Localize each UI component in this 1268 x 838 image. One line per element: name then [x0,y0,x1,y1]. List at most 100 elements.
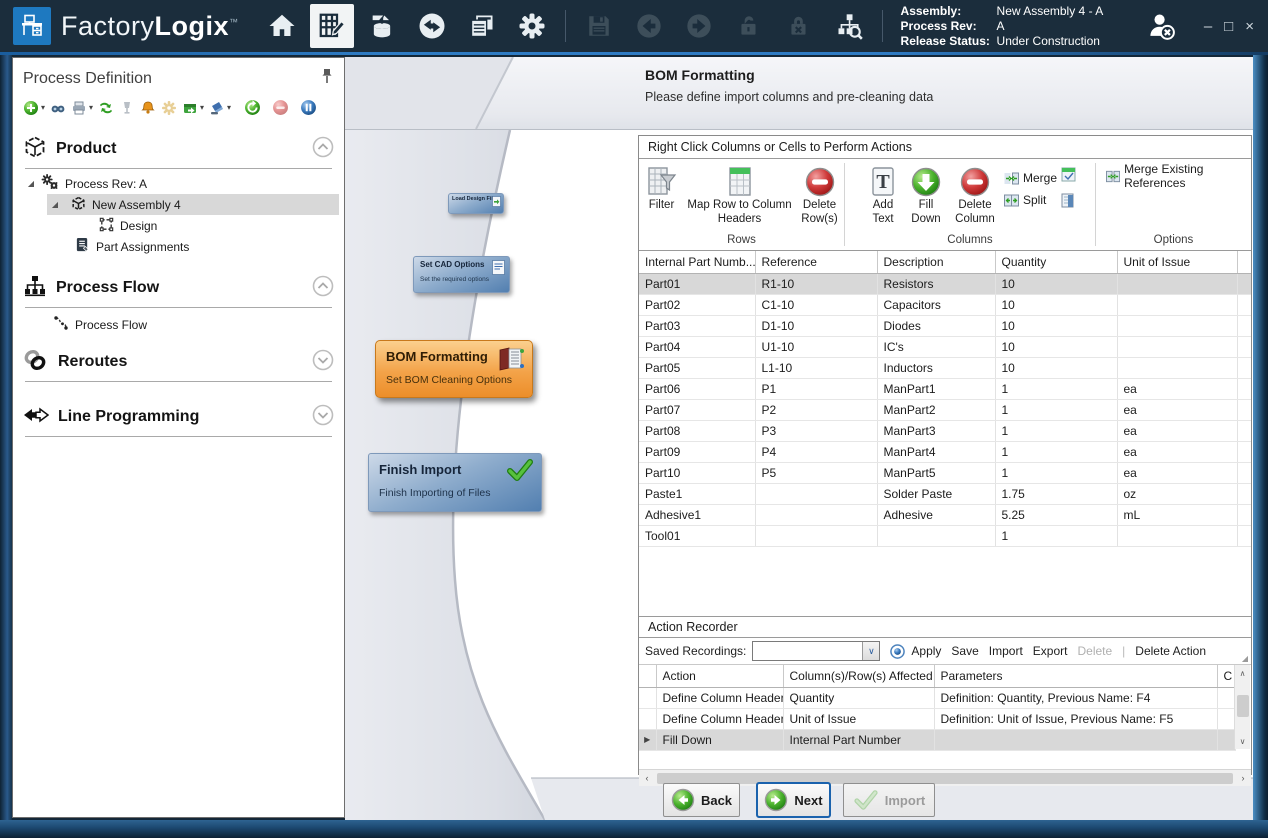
table-cell[interactable] [755,525,877,546]
section-line-programming[interactable]: Line Programming [13,400,344,434]
table-cell[interactable]: Adhesive [877,504,995,525]
table-cell[interactable] [755,504,877,525]
lamp-button-disabled[interactable] [119,100,135,116]
scroll-up-icon[interactable]: ∧ [1235,665,1251,681]
user-logoff-button[interactable] [1139,4,1183,48]
column-header[interactable]: Description [877,251,995,273]
maximize-button[interactable]: □ [1224,18,1233,35]
table-cell[interactable]: ea [1117,441,1237,462]
table-cell[interactable]: 5.25 [995,504,1117,525]
table-cell[interactable]: Tool01 [639,525,755,546]
table-cell[interactable]: P4 [755,441,877,462]
merge-button[interactable]: Merge [1004,167,1057,189]
process-definition-button[interactable] [310,4,354,48]
tree-item-part-assignments[interactable]: Part Assignments [13,236,344,257]
table-cell[interactable]: oz [1117,483,1237,504]
merge-existing-references-button[interactable]: Merge Existing References [1106,163,1251,189]
tree-item-design[interactable]: Design [13,215,344,236]
table-cell[interactable]: 1.75 [995,483,1117,504]
documents-button[interactable] [460,4,504,48]
table-cell[interactable]: ManPart4 [877,441,995,462]
table-cell[interactable]: 10 [995,357,1117,378]
filter-button[interactable]: Filter [641,163,683,213]
table-cell[interactable] [1237,462,1251,483]
unlock-button-disabled[interactable] [727,4,771,48]
table-row[interactable]: Part02C1-10Capacitors10 [639,294,1251,315]
table-cell[interactable]: ea [1117,420,1237,441]
action-table-row[interactable]: Define Column HeaderQuantityDefinition: … [639,687,1235,708]
saved-recordings-combobox[interactable]: ∨ [752,641,880,661]
table-cell[interactable] [1237,336,1251,357]
find-button[interactable] [50,100,66,116]
table-cell[interactable] [1237,315,1251,336]
split-cells-alt-button[interactable] [1061,193,1076,213]
table-cell[interactable]: 1 [995,441,1117,462]
collapse-up-icon[interactable] [312,136,334,163]
scroll-left-icon[interactable]: ‹ [639,773,655,783]
save-recording-button[interactable]: Save [951,644,978,658]
fill-down-button[interactable]: Fill Down [906,163,946,227]
cleanup-button[interactable]: ▾ [209,100,231,116]
undo-button-disabled[interactable] [627,4,671,48]
table-row[interactable]: Part04U1-10IC's10 [639,336,1251,357]
table-cell[interactable] [1117,294,1237,315]
add-button[interactable]: ▾ [23,100,45,116]
expander-icon[interactable]: ◢ [25,179,37,188]
redo-button-disabled[interactable] [677,4,721,48]
scrollbar-thumb[interactable] [1237,695,1249,717]
scroll-right-icon[interactable]: › [1235,773,1251,783]
table-cell[interactable]: Part09 [639,441,755,462]
table-cell[interactable]: ManPart2 [877,399,995,420]
resize-grip-icon[interactable]: ◢ [1242,654,1248,663]
tree-item-process-flow[interactable]: Process Flow [13,314,344,335]
scroll-down-icon[interactable]: ∨ [1235,733,1251,749]
table-cell[interactable]: Part01 [639,273,755,294]
section-reroutes[interactable]: Reroutes [13,345,344,379]
table-cell[interactable]: Fill Down [656,729,783,750]
table-cell[interactable]: R1-10 [755,273,877,294]
column-header[interactable]: Reference [755,251,877,273]
column-header[interactable]: Unit of Issue [1117,251,1237,273]
table-cell[interactable]: ManPart5 [877,462,995,483]
table-cell[interactable]: Capacitors [877,294,995,315]
home-button[interactable] [260,4,304,48]
lock-cancel-button-disabled[interactable] [777,4,821,48]
table-cell[interactable]: Part10 [639,462,755,483]
table-row[interactable]: Part06P1ManPart11ea [639,378,1251,399]
minimize-button[interactable]: – [1204,18,1212,35]
action-table-row[interactable]: ▶Fill DownInternal Part Number [639,729,1235,750]
record-button[interactable] [890,644,905,659]
sync-gears-button[interactable] [98,100,114,116]
table-cell[interactable]: mL [1117,504,1237,525]
expander-icon[interactable]: ◢ [49,200,61,209]
settings-gear-button[interactable] [510,4,554,48]
table-cell[interactable]: 1 [995,525,1117,546]
table-cell[interactable] [1217,729,1235,750]
table-cell[interactable] [1117,273,1237,294]
table-row[interactable]: Part05L1-10Inductors10 [639,357,1251,378]
table-cell[interactable]: P2 [755,399,877,420]
table-cell[interactable] [877,525,995,546]
table-cell[interactable]: Unit of Issue [783,708,934,729]
expand-down-icon[interactable] [312,404,334,431]
table-cell[interactable]: Definition: Quantity, Previous Name: F4 [934,687,1217,708]
table-row[interactable]: Tool01 1 [639,525,1251,546]
back-button[interactable]: Back [663,783,740,817]
pause-button[interactable] [300,99,317,116]
column-header[interactable]: Action [656,665,783,687]
section-product[interactable]: Product [13,132,344,166]
table-cell[interactable]: Part05 [639,357,755,378]
column-header[interactable]: Parameters [934,665,1217,687]
table-cell[interactable]: D1-10 [755,315,877,336]
table-cell[interactable]: Part03 [639,315,755,336]
table-cell[interactable] [1237,378,1251,399]
import-button-disabled[interactable]: Import [843,783,935,817]
table-cell[interactable] [1237,273,1251,294]
table-cell[interactable] [1237,357,1251,378]
flowchart-search-button[interactable] [827,4,871,48]
table-cell[interactable] [1237,294,1251,315]
action-table-vertical-scrollbar[interactable]: ∧ ∨ [1234,665,1250,749]
table-cell[interactable]: Paste1 [639,483,755,504]
table-cell[interactable]: L1-10 [755,357,877,378]
table-cell[interactable]: Part06 [639,378,755,399]
